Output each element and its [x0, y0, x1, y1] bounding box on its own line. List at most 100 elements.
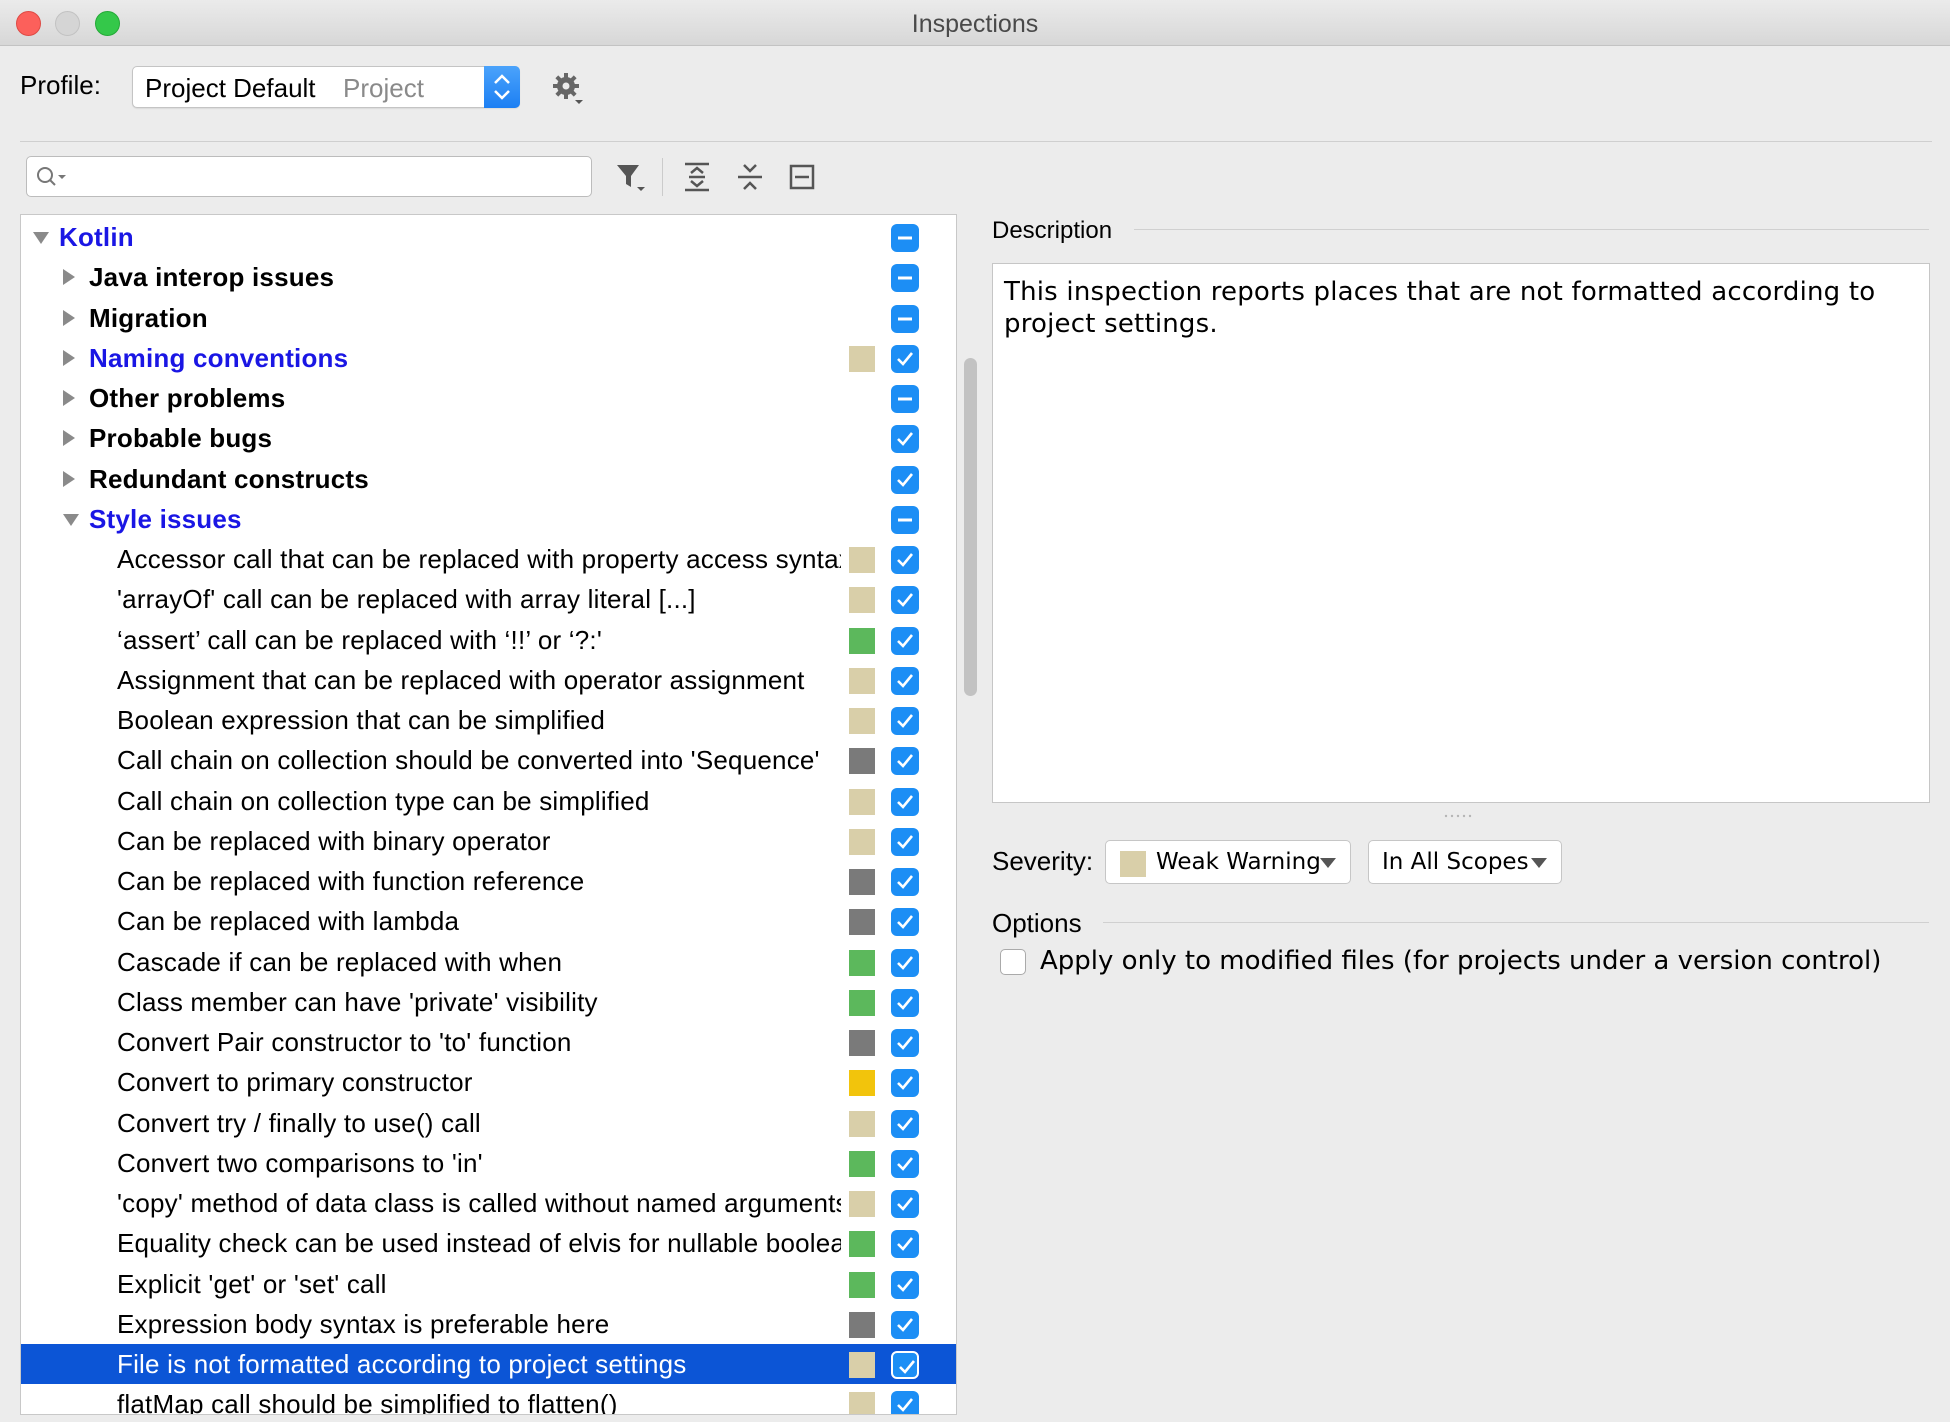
inspection-group-row[interactable]: Kotlin — [21, 217, 956, 257]
reset-icon[interactable] — [785, 160, 819, 194]
severity-color-swatch — [849, 909, 875, 936]
collapsed-arrow-icon[interactable] — [63, 269, 75, 286]
inspection-label: Can be replaced with binary operator — [117, 825, 551, 856]
enabled-checkbox[interactable] — [891, 827, 919, 856]
inspection-group-row[interactable]: Migration — [21, 298, 956, 338]
gear-icon[interactable] — [550, 70, 586, 106]
indeterminate-checkbox[interactable] — [891, 505, 919, 534]
indeterminate-checkbox[interactable] — [891, 304, 919, 333]
enabled-checkbox[interactable] — [891, 1270, 919, 1299]
inspection-row[interactable]: File is not formatted according to proje… — [21, 1344, 956, 1384]
profile-select[interactable]: Project Default Project — [132, 66, 520, 108]
collapse-all-icon[interactable] — [733, 160, 767, 194]
enabled-checkbox[interactable] — [891, 908, 919, 937]
inspection-label: 'arrayOf' call can be replaced with arra… — [117, 584, 696, 615]
enabled-checkbox[interactable] — [891, 1109, 919, 1138]
inspection-row[interactable]: 'copy' method of data class is called wi… — [21, 1183, 956, 1223]
enabled-checkbox[interactable] — [891, 465, 919, 494]
indeterminate-checkbox[interactable] — [891, 264, 919, 293]
enabled-checkbox[interactable] — [891, 1069, 919, 1098]
indeterminate-checkbox[interactable] — [891, 224, 919, 252]
enabled-checkbox[interactable] — [891, 1230, 919, 1259]
inspection-row[interactable]: Can be replaced with function reference — [21, 861, 956, 901]
search-input[interactable] — [26, 156, 592, 197]
severity-color-swatch — [849, 828, 875, 855]
inspection-row[interactable]: Can be replaced with lambda — [21, 901, 956, 941]
inspection-row[interactable]: Can be replaced with binary operator — [21, 821, 956, 861]
inspection-row[interactable]: Convert try / finally to use() call — [21, 1103, 956, 1143]
expand-all-icon[interactable] — [680, 160, 714, 194]
enabled-checkbox[interactable] — [891, 707, 919, 735]
filter-icon[interactable] — [614, 160, 648, 194]
tree-scrollbar[interactable] — [964, 358, 977, 696]
collapsed-arrow-icon[interactable] — [63, 390, 75, 406]
enabled-checkbox[interactable] — [891, 1310, 919, 1339]
inspection-label: Cascade if can be replaced with when — [117, 946, 563, 977]
inspection-row[interactable]: 'arrayOf' call can be replaced with arra… — [21, 579, 956, 619]
severity-dropdown[interactable]: Weak Warning — [1105, 840, 1351, 884]
inspection-row[interactable]: Convert Pair constructor to 'to' functio… — [21, 1022, 956, 1062]
inspection-group-row[interactable]: Probable bugs — [21, 418, 956, 458]
window-title: Inspections — [911, 10, 1039, 38]
inspection-row[interactable]: Call chain on collection should be conve… — [21, 740, 956, 780]
enabled-checkbox[interactable] — [891, 1351, 919, 1379]
severity-color-swatch — [849, 1150, 875, 1177]
inspection-row[interactable]: Accessor call that can be replaced with … — [21, 539, 956, 579]
enabled-checkbox[interactable] — [891, 988, 919, 1017]
inspection-row[interactable]: Equality check can be used instead of el… — [21, 1223, 956, 1263]
inspection-group-row[interactable]: Style issues — [21, 499, 956, 539]
inspection-tree[interactable]: Kotlin Java interop issues Migration Naming… — [20, 214, 957, 1415]
modified-files-checkbox[interactable] — [1000, 949, 1026, 975]
severity-color-swatch — [849, 1271, 875, 1298]
inspection-row[interactable]: Class member can have 'private' visibili… — [21, 982, 956, 1022]
enabled-checkbox[interactable] — [891, 1029, 919, 1057]
severity-color-swatch — [849, 1030, 875, 1056]
expanded-arrow-icon[interactable] — [63, 513, 79, 526]
splitter-grip[interactable] — [1443, 806, 1473, 818]
inspection-label: Convert two comparisons to 'in' — [117, 1147, 483, 1178]
indeterminate-checkbox[interactable] — [891, 385, 919, 413]
enabled-checkbox[interactable] — [891, 425, 919, 454]
inspection-label: Kotlin — [59, 222, 134, 252]
collapsed-arrow-icon[interactable] — [63, 430, 75, 447]
scope-dropdown[interactable]: In All Scopes — [1368, 840, 1562, 884]
enabled-checkbox[interactable] — [891, 868, 919, 896]
inspection-row[interactable]: Expression body syntax is preferable her… — [21, 1304, 956, 1344]
inspection-group-row[interactable]: Java interop issues — [21, 257, 956, 297]
inspection-group-row[interactable]: Other problems — [21, 378, 956, 418]
stepper-icon — [484, 66, 520, 108]
collapsed-arrow-icon[interactable] — [63, 349, 75, 366]
inspection-row[interactable]: Boolean expression that can be simplifie… — [21, 700, 956, 740]
severity-swatch — [1120, 851, 1146, 877]
enabled-checkbox[interactable] — [891, 948, 919, 977]
enabled-checkbox[interactable] — [891, 747, 919, 776]
inspection-row[interactable]: Convert two comparisons to 'in' — [21, 1143, 956, 1183]
severity-color-swatch — [849, 587, 875, 614]
inspection-row[interactable]: Explicit 'get' or 'set' call — [21, 1264, 956, 1304]
inspection-row[interactable]: ‘assert’ call can be replaced with ‘!!’ … — [21, 620, 956, 660]
inspection-row[interactable]: Call chain on collection type can be sim… — [21, 781, 956, 821]
enabled-checkbox[interactable] — [891, 1391, 919, 1414]
inspection-group-row[interactable]: Redundant constructs — [21, 459, 956, 499]
enabled-checkbox[interactable] — [891, 666, 919, 695]
enabled-checkbox[interactable] — [891, 344, 919, 373]
description-separator — [1134, 229, 1929, 230]
inspection-row[interactable]: Assignment that can be replaced with ope… — [21, 660, 956, 700]
enabled-checkbox[interactable] — [891, 546, 919, 574]
inspection-row[interactable]: Convert to primary constructor — [21, 1062, 956, 1102]
enabled-checkbox[interactable] — [891, 1190, 919, 1218]
inspection-label: Assignment that can be replaced with ope… — [117, 664, 805, 695]
inspection-group-row[interactable]: Naming conventions — [21, 338, 956, 378]
enabled-checkbox[interactable] — [891, 586, 919, 615]
inspection-row[interactable]: Cascade if can be replaced with when — [21, 942, 956, 982]
severity-value: Weak Warning — [1156, 849, 1321, 875]
inspection-row[interactable]: flatMap call should be simplified to fla… — [21, 1384, 956, 1414]
collapsed-arrow-icon[interactable] — [63, 309, 75, 326]
title-bar: Inspections — [0, 0, 1950, 46]
enabled-checkbox[interactable] — [891, 1149, 919, 1178]
inspection-label: Probable bugs — [89, 423, 273, 454]
enabled-checkbox[interactable] — [891, 626, 919, 655]
enabled-checkbox[interactable] — [891, 787, 919, 816]
expanded-arrow-icon[interactable] — [33, 232, 49, 244]
collapsed-arrow-icon[interactable] — [63, 470, 75, 487]
